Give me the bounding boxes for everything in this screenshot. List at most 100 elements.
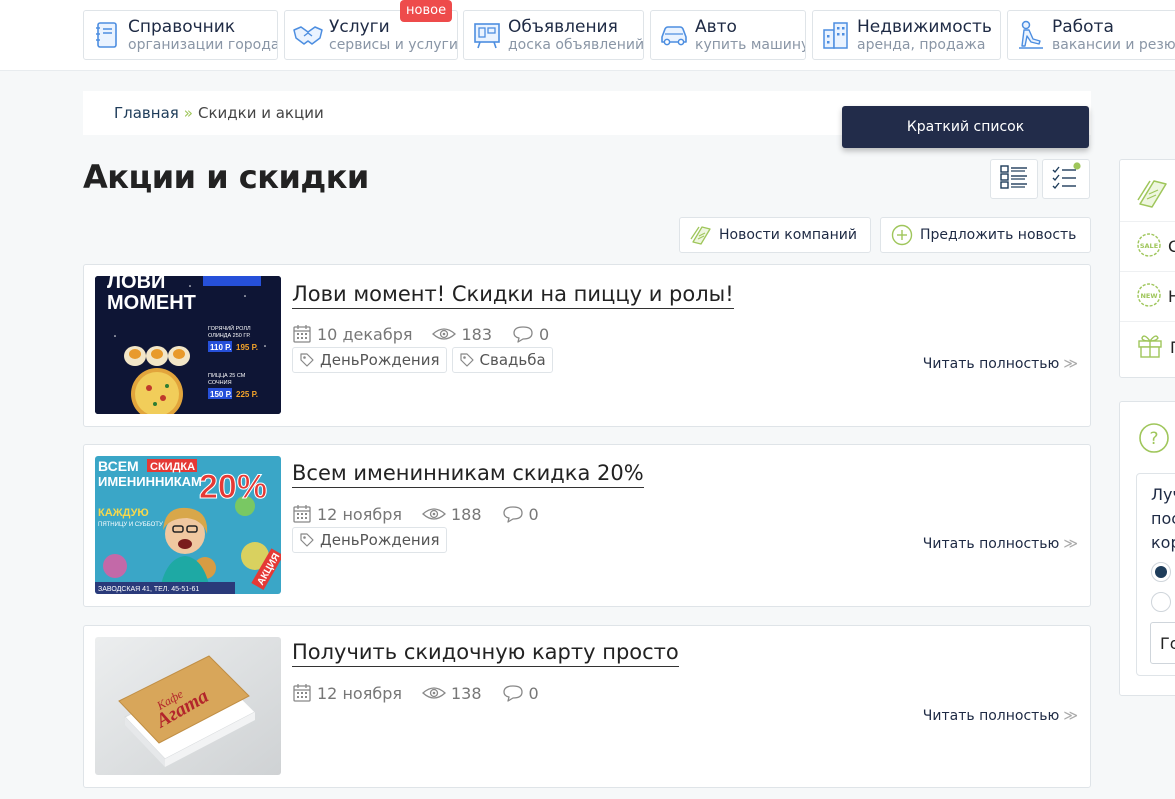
question-icon: ?: [1138, 422, 1170, 458]
company-news-button[interactable]: Новости компаний: [679, 217, 871, 253]
nav-item-jobs[interactable]: Работавакансии и резюме: [1007, 10, 1175, 60]
list-view-button[interactable]: [990, 159, 1038, 199]
breadcrumb-current: Скидки и акции: [197, 104, 324, 122]
checklist-view-button[interactable]: [1042, 159, 1090, 199]
read-more-link[interactable]: Читать полностью ≫: [923, 536, 1078, 552]
thumb-text-3: ГОРЯЧИЙ РОЛЛ: [208, 324, 251, 332]
article-tags: ДеньРождения: [292, 527, 452, 553]
svg-text:NEW: NEW: [1140, 292, 1157, 300]
tag-label: ДеньРождения: [320, 531, 440, 549]
poll-submit-button[interactable]: Го: [1150, 622, 1175, 664]
sidebar-item-label: П: [1170, 338, 1175, 357]
thumb-price-1: 110 Р.: [210, 343, 232, 352]
poll-question-line: Луч: [1151, 485, 1175, 504]
poll-option-radio[interactable]: [1151, 562, 1171, 582]
article-views: 183: [461, 324, 493, 344]
article-card: ЛОВИ МОМЕНТ ГОРЯЧИЙ РОЛЛ ОЛИНДА 250 ГР. …: [83, 264, 1091, 427]
article-date: 12 ноября: [317, 504, 402, 524]
read-more-link[interactable]: Читать полностью ≫: [923, 356, 1078, 372]
article-date: 12 ноября: [317, 683, 402, 703]
article-title-link[interactable]: Всем именинникам скидка 20%: [292, 461, 644, 488]
double-chevron-icon: ≫: [1063, 708, 1078, 724]
double-chevron-icon: ≫: [1063, 536, 1078, 552]
article-meta: 12 ноября 138 0: [292, 683, 559, 703]
suggest-news-button[interactable]: Предложить новость: [880, 217, 1091, 253]
sidebar-item-news[interactable]: [1120, 168, 1175, 222]
thumb-price-4: 225 Р.: [236, 390, 258, 399]
short-list-button[interactable]: Краткий список: [842, 106, 1089, 148]
nav-subtitle: сервисы и услуги: [329, 36, 458, 53]
calendar-icon: [293, 325, 311, 343]
thumb-text-5: ПИЦЦА 25 СМ: [208, 373, 246, 379]
article-meta: 12 ноября 188 0: [292, 504, 559, 524]
new-badge-icon: NEW: [1136, 282, 1162, 312]
tag-label: ДеньРождения: [320, 351, 440, 369]
tag-icon: [300, 353, 314, 367]
svg-text:?: ?: [1149, 429, 1158, 449]
sidebar-item-gifts[interactable]: П: [1120, 322, 1175, 372]
sushi-rolls-image: [124, 346, 190, 366]
poll-option-radio[interactable]: [1151, 592, 1171, 612]
article-date: 10 декабря: [317, 324, 413, 344]
article-card: ВСЕМ СКИДКА ИМЕНИННИКАМ 20% КАЖДУЮ ПЯТНИ…: [83, 444, 1091, 607]
poll-question-line: пос: [1151, 509, 1175, 528]
tag-label: Свадьба: [479, 351, 546, 369]
eye-icon: [432, 328, 457, 340]
article-views: 138: [450, 683, 482, 703]
tag-link[interactable]: Свадьба: [451, 347, 553, 373]
comment-icon: [513, 326, 533, 343]
thumb-text-2: МОМЕНТ: [107, 292, 196, 314]
read-more-link[interactable]: Читать полностью ≫: [923, 708, 1078, 724]
handshake-icon: [291, 18, 325, 52]
nav-subtitle: вакансии и резюме: [1052, 36, 1175, 53]
tag-icon: [300, 533, 314, 547]
nav-subtitle: организации города: [128, 36, 278, 53]
thumb-address: ЗАВОДСКАЯ 41, ТЕЛ. 45-51-61: [98, 586, 199, 593]
nav-subtitle: доска объявлений: [508, 36, 644, 53]
nav-item-realty[interactable]: Недвижимость аренда, продажа: [812, 10, 1001, 60]
tag-link[interactable]: ДеньРождения: [292, 347, 447, 373]
nav-item-auto[interactable]: Авто купить машину: [650, 10, 806, 60]
sidebar-item-sales[interactable]: SALE С: [1120, 222, 1175, 272]
company-news-label: Новости компаний: [719, 227, 857, 243]
article-thumbnail[interactable]: ВСЕМ СКИДКА ИМЕНИННИКАМ 20% КАЖДУЮ ПЯТНИ…: [95, 456, 281, 594]
category-sidebar: SALE С NEW Н П: [1119, 159, 1175, 378]
directory-book-icon: [90, 18, 124, 52]
read-more-label: Читать полностью: [922, 536, 1060, 552]
article-card: Кафе Агата Получить скидочную карту прос…: [83, 625, 1091, 788]
thumb-text-4: КАЖДУЮ: [98, 507, 149, 519]
tag-icon: [459, 353, 474, 367]
car-icon: [657, 18, 691, 52]
new-badge: новое: [400, 0, 453, 22]
thumb-text-5: ПЯТНИЦУ И СУББОТУ: [98, 522, 163, 528]
nav-item-directory[interactable]: Справочник организации города: [83, 10, 278, 60]
sidebar-item-new[interactable]: NEW Н: [1120, 272, 1175, 322]
sidebar-item-label: Н: [1168, 287, 1175, 306]
suggest-news-label: Предложить новость: [920, 227, 1077, 243]
comment-icon: [502, 506, 523, 523]
article-comments: 0: [528, 504, 539, 524]
gift-icon: [1136, 331, 1164, 363]
article-comments: 0: [539, 324, 550, 344]
article-thumbnail[interactable]: Кафе Агата: [95, 637, 281, 775]
nav-title: Авто: [695, 16, 737, 37]
double-chevron-icon: ≫: [1063, 356, 1078, 372]
nav-title: Справочник: [128, 16, 236, 37]
calendar-icon: [293, 684, 311, 702]
thumb-text-3: ИМЕНИННИКАМ: [98, 474, 202, 489]
thumb-percent: 20%: [199, 468, 267, 506]
article-title-link[interactable]: Получить скидочную карту просто: [292, 640, 679, 667]
nav-subtitle: купить машину: [695, 36, 806, 53]
top-navigation: Справочник организации города Услуги серви…: [0, 0, 1175, 71]
calendar-icon: [293, 505, 311, 523]
nav-item-classifieds[interactable]: Объявления доска объявлений: [463, 10, 644, 60]
buildings-icon: [819, 18, 853, 52]
article-thumbnail[interactable]: ЛОВИ МОМЕНТ ГОРЯЧИЙ РОЛЛ ОЛИНДА 250 ГР. …: [95, 276, 281, 414]
tag-link[interactable]: ДеньРождения: [292, 527, 447, 553]
breadcrumb-home-link[interactable]: Главная: [114, 104, 179, 122]
article-tags: ДеньРождения Свадьба: [292, 347, 558, 373]
read-more-label: Читать полностью: [922, 708, 1060, 724]
article-title-link[interactable]: Лови момент! Скидки на пиццу и ролы!: [292, 282, 734, 309]
thumb-text-1: ЛОВИ: [107, 276, 165, 293]
poll-card: Луч пос кор Го: [1136, 473, 1175, 676]
